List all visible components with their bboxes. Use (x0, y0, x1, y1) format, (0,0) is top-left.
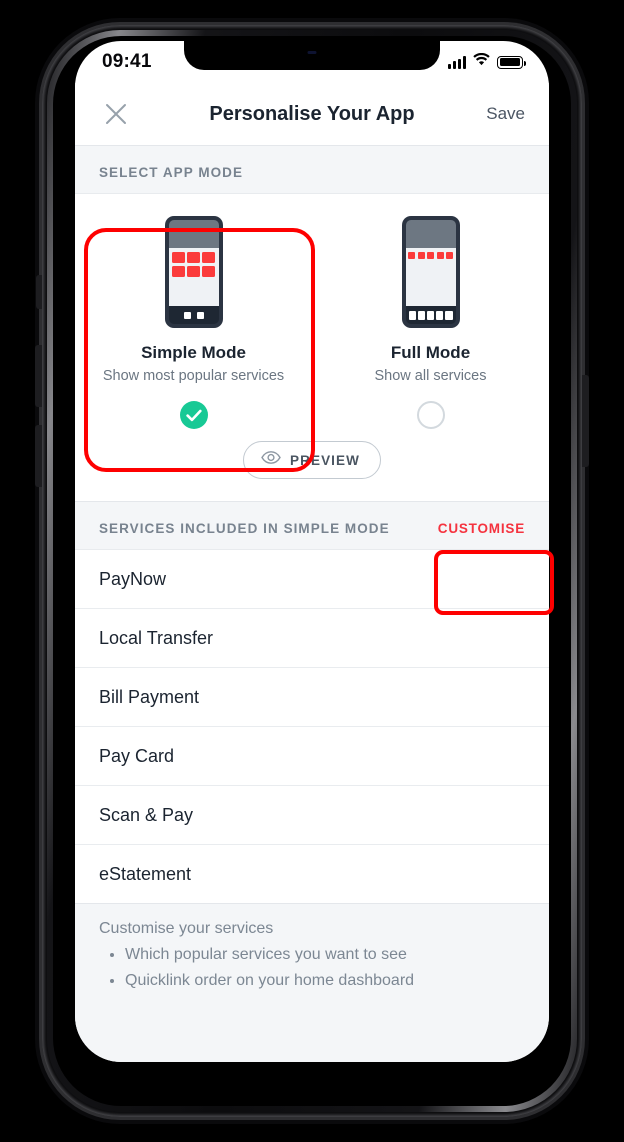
app-mode-options: Simple Mode Show most popular services F… (75, 194, 549, 437)
footer-bullet: Quicklink order on your home dashboard (125, 968, 525, 994)
mode-subtitle-full: Show all services (374, 368, 487, 384)
phone-grid-3x2-icon (164, 216, 223, 328)
status-bar-clock: 09:41 (102, 51, 152, 72)
preview-row: PREVIEW (75, 437, 549, 501)
page-title: Personalise Your App (209, 102, 415, 125)
phone-row-5-icon (401, 216, 460, 328)
mode-option-full[interactable]: Full Mode Show all services (312, 210, 549, 433)
volume-down-button[interactable] (35, 425, 42, 487)
close-x-icon[interactable] (99, 97, 133, 131)
list-item[interactable]: Bill Payment (75, 668, 549, 727)
footer-bullet-list: Which popular services you want to see Q… (99, 942, 525, 993)
list-item[interactable]: Local Transfer (75, 609, 549, 668)
status-bar-icons (448, 52, 526, 71)
list-item[interactable]: eStatement (75, 845, 549, 903)
mode-subtitle-simple: Show most popular services (102, 368, 285, 384)
customise-button[interactable]: CUSTOMISE (438, 521, 525, 536)
list-item[interactable]: Pay Card (75, 727, 549, 786)
list-item[interactable]: PayNow (75, 550, 549, 609)
footer-bullet: Which popular services you want to see (125, 942, 525, 968)
volume-up-button[interactable] (35, 345, 42, 407)
mode-option-simple[interactable]: Simple Mode Show most popular services (75, 210, 312, 433)
power-button[interactable] (582, 375, 589, 467)
navigation-bar: Personalise Your App Save (75, 83, 549, 145)
services-section-label: SERVICES INCLUDED IN SIMPLE MODE (99, 521, 390, 536)
phone-screen: 09:41 Personalise Your App Save SELECT A… (75, 41, 549, 1062)
check-circle-icon[interactable] (179, 401, 208, 429)
status-bar: 09:41 (75, 41, 549, 83)
eye-icon (261, 451, 281, 469)
mode-title-simple: Simple Mode (141, 343, 246, 362)
mute-switch[interactable] (36, 275, 42, 309)
services-list: PayNow Local Transfer Bill Payment Pay C… (75, 550, 549, 903)
footer-title: Customise your services (99, 920, 274, 937)
preview-button[interactable]: PREVIEW (243, 441, 381, 479)
mode-title-full: Full Mode (390, 343, 471, 362)
battery-full-icon (497, 55, 526, 69)
list-item[interactable]: Scan & Pay (75, 786, 549, 845)
preview-label: PREVIEW (290, 452, 360, 468)
empty-circle-icon[interactable] (416, 401, 445, 429)
footer-help-panel: Customise your services Which popular se… (75, 903, 549, 1062)
save-button[interactable]: Save (486, 104, 525, 124)
signal-bars-icon (448, 55, 466, 69)
select-app-mode-label: SELECT APP MODE (99, 165, 244, 180)
select-app-mode-header: SELECT APP MODE (75, 145, 549, 194)
services-section-header: SERVICES INCLUDED IN SIMPLE MODE CUSTOMI… (75, 501, 549, 550)
wifi-icon (473, 52, 490, 71)
